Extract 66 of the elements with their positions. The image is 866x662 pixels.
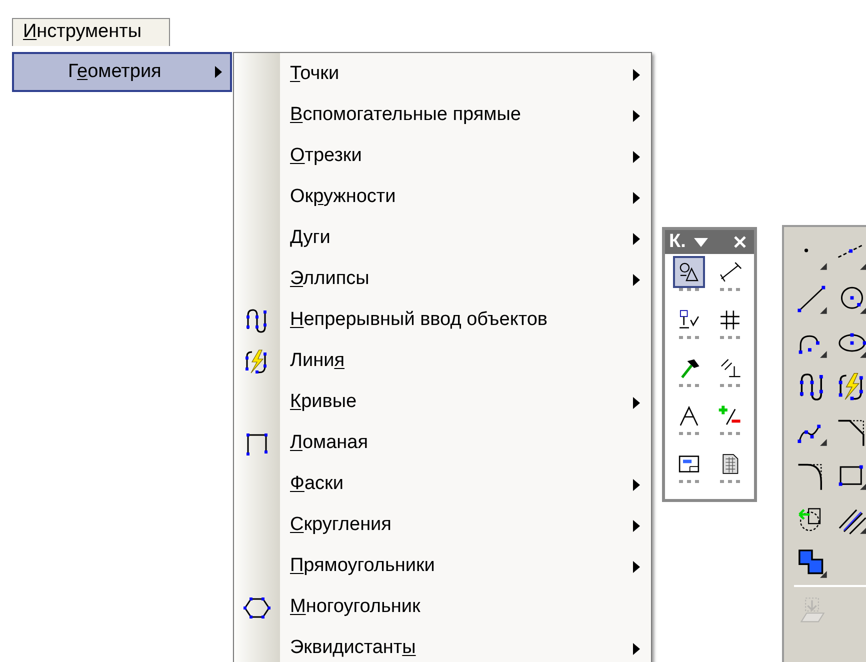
submenu-item-label: Линия: [290, 350, 344, 372]
submenu-item-label: Эквидистанты: [290, 637, 416, 658]
dots-icon: [718, 480, 741, 484]
dots-icon: [678, 432, 700, 436]
dots-icon: [718, 432, 741, 436]
dropdown-caret-icon[interactable]: [694, 238, 708, 246]
menu-item-label: Геометрия: [68, 60, 162, 84]
submenu-item[interactable]: Отрезки: [234, 136, 651, 177]
submenu-item[interactable]: Прямоугольники: [234, 546, 651, 587]
submenu-arrow-icon: [633, 150, 640, 162]
submenu-item-label: Скругления: [290, 514, 392, 536]
submenu-item-label: Многоугольник: [290, 596, 420, 618]
submenu-item[interactable]: Кривые: [234, 382, 651, 423]
submenu-item[interactable]: Эквидистанты: [234, 628, 651, 662]
submenu-item[interactable]: Точки: [234, 54, 651, 95]
submenu-item[interactable]: Ломаная: [234, 423, 651, 464]
submenu-item-label: Ломаная: [290, 432, 368, 454]
submenu-item[interactable]: Окружности: [234, 177, 651, 218]
lightning-polyline-icon: [836, 371, 866, 403]
dots-icon: [678, 480, 700, 484]
submenu-item-label: Окружности: [290, 186, 396, 208]
submenu-item[interactable]: Линия: [234, 341, 651, 382]
submenu-item-label: Эллипсы: [290, 268, 370, 290]
submenu-item[interactable]: Дуги: [234, 218, 651, 259]
submenu-item[interactable]: Фаски: [234, 464, 651, 505]
dots-icon: [718, 288, 741, 292]
submenu-arrow-icon: [633, 396, 640, 408]
circle-triangle-icon: [677, 260, 702, 284]
submenu-item-label: Непрерывный ввод объектов: [290, 309, 548, 330]
submenu-arrow-icon: [633, 642, 640, 654]
submenu-arrow-icon: [633, 520, 640, 532]
submenu-arrow-icon: [633, 560, 640, 572]
submenu-item-label: Кривые: [290, 391, 357, 412]
menu-item[interactable]: Геометрия: [12, 52, 232, 92]
submenu-item-label: Дуги: [290, 227, 330, 248]
toolbar-button[interactable]: [673, 256, 706, 288]
submenu-item-label: Отрезки: [290, 145, 362, 166]
submenu-arrow-icon: [633, 274, 640, 286]
submenu-item[interactable]: Эллипсы: [234, 259, 651, 300]
filled-region-icon: [796, 547, 828, 579]
panel-title: К.: [669, 230, 686, 254]
dots-icon: [718, 336, 741, 340]
submenu-arrow-icon: [633, 478, 640, 490]
dots-icon: [678, 384, 700, 388]
segment-icon: [796, 283, 828, 315]
close-icon[interactable]: [734, 236, 746, 248]
submenu-arrow-icon: [633, 68, 640, 80]
dots-icon: [678, 288, 700, 292]
submenu-arrow-icon: [215, 66, 222, 78]
submenu-arrow-icon: [633, 192, 640, 204]
dots-icon: [718, 384, 741, 388]
submenu-arrow-icon: [633, 232, 640, 244]
dimension-arrow-icon: [718, 260, 742, 284]
submenu-item[interactable]: Непрерывный ввод объектов: [234, 300, 651, 341]
grid-icon: [718, 308, 742, 332]
submenu-item-label: Точки: [290, 63, 340, 84]
menu-bar-item[interactable]: Инструменты: [12, 18, 170, 46]
submenu-item-label: Прямоугольники: [290, 555, 435, 576]
submenu-arrow-icon: [633, 110, 640, 122]
submenu-item[interactable]: Многоугольник: [234, 587, 651, 628]
dots-icon: [678, 336, 700, 340]
submenu-item[interactable]: Вспомогательные прямые: [234, 95, 651, 136]
submenu-item-label: Фаски: [290, 473, 344, 494]
menu-label: Инструменты: [23, 20, 142, 44]
submenu-item-label: Вспомогательные прямые: [290, 104, 521, 126]
submenu-item[interactable]: Скругления: [234, 505, 651, 546]
